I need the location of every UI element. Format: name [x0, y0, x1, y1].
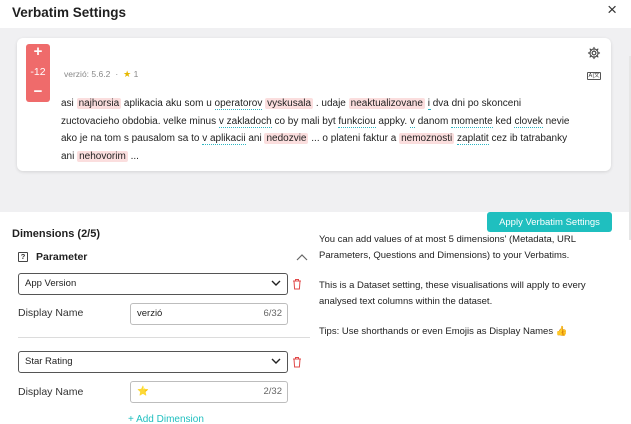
verbatim-segment: ked [492, 115, 515, 127]
vote-widget: + -12 − [26, 44, 50, 102]
dimension-select-value: App Version [25, 278, 77, 289]
meta-rating: 1 [133, 69, 139, 79]
gear-icon[interactable] [587, 46, 601, 60]
parameter-label: Parameter [36, 251, 88, 263]
verbatim-segment: ako je na tom s pausalom sa to [61, 133, 203, 144]
dimensions-title: Dimensions (2/5) [12, 228, 101, 240]
verbatim-segment: asi [61, 98, 77, 109]
verbatim-text: asi najhorsia aplikacia aku som u operat… [61, 95, 601, 165]
verbatim-meta: verzió: 5.6.2 · ★ 1 [64, 69, 138, 80]
close-button[interactable]: × [607, 1, 617, 18]
highlighted-word[interactable]: nedozvie [264, 133, 309, 144]
meta-separator: · [115, 69, 119, 79]
char-counter: 2/32 [263, 386, 283, 397]
chevron-up-icon[interactable] [296, 252, 308, 262]
translate-icon[interactable]: A|文 [587, 72, 601, 80]
display-name-input[interactable]: verzió 6/32 [130, 303, 288, 325]
underlined-word[interactable]: operatorov [214, 98, 263, 110]
trash-icon[interactable] [292, 356, 302, 368]
upvote-button[interactable]: + [26, 44, 50, 60]
char-counter: 6/32 [263, 308, 283, 319]
info-text-tips: Tips: Use shorthands or even Emojis as D… [319, 326, 568, 337]
modal-title: Verbatim Settings [12, 5, 127, 20]
downvote-button[interactable]: − [26, 84, 50, 100]
meta-version: verzió: 5.6.2 [64, 69, 111, 79]
info-text-dataset: This is a Dataset setting, these visuali… [319, 280, 586, 307]
underlined-word[interactable]: clovek [514, 115, 543, 128]
highlighted-word[interactable]: vyskusala [265, 98, 314, 109]
verbatim-line: ani nehovorim ... [61, 148, 601, 166]
display-name-label: Display Name [18, 386, 84, 398]
modal-header: Verbatim Settings × [0, 0, 631, 28]
help-icon[interactable]: ? [18, 252, 28, 262]
vote-count: -12 [30, 66, 46, 78]
verbatim-segment: ani [245, 133, 265, 144]
verbatim-segment: aplikacia aku som u [121, 98, 215, 109]
underlined-word[interactable]: zaplatit [457, 133, 489, 145]
verbatim-segment: appky. [375, 115, 410, 127]
underlined-word[interactable]: funkciou [338, 115, 376, 128]
divider [18, 337, 310, 338]
verbatim-segment: ani [61, 150, 78, 162]
underlined-word[interactable]: v zakladoch [218, 115, 272, 128]
verbatim-segment: ... [127, 150, 139, 162]
verbatim-segment: cez ib tatrabanky [488, 133, 568, 144]
dimension-select-value: Star Rating [25, 356, 73, 367]
verbatim-segment: co by mali byt [271, 115, 339, 127]
verbatim-segment: . udaje [313, 98, 349, 109]
parameter-group-header[interactable]: ? Parameter [18, 251, 308, 265]
verbatim-line: asi najhorsia aplikacia aku som u operat… [61, 95, 601, 113]
dimension-select[interactable]: App Version [18, 273, 288, 295]
chevron-down-icon [271, 358, 281, 364]
display-name-input[interactable]: ⭐ 2/32 [130, 381, 288, 403]
trash-icon[interactable] [292, 278, 302, 290]
info-text-limit: You can add values of at most 5 dimensio… [319, 234, 576, 261]
display-name-value: verzió [137, 308, 163, 319]
display-name-label: Display Name [18, 307, 84, 319]
verbatim-segment: nevie [542, 115, 570, 127]
dimension-select[interactable]: Star Rating [18, 351, 288, 373]
verbatim-segment: ... o plateni faktur a [308, 133, 400, 144]
verbatim-line: zuctovacieho obdobia. velke minus v zakl… [61, 113, 601, 131]
highlighted-word[interactable]: neaktualizovane [348, 98, 425, 109]
preview-area: + -12 − verzió: 5.6.2 · ★ 1 A|文 asi najhor… [0, 28, 631, 240]
highlighted-word[interactable]: nemoznosti [399, 133, 455, 144]
verbatim-segment: zuctovacieho obdobia. velke minus [61, 115, 219, 127]
chevron-down-icon [271, 280, 281, 286]
display-name-value: ⭐ [137, 386, 149, 397]
underlined-word[interactable]: v aplikacii [202, 133, 246, 145]
add-dimension-link[interactable]: + Add Dimension [128, 414, 204, 424]
highlighted-word[interactable]: najhorsia [76, 98, 122, 109]
apply-verbatim-settings-button[interactable]: Apply Verbatim Settings [487, 212, 612, 232]
verbatim-segment: danom [414, 115, 452, 127]
underlined-word[interactable]: momente [451, 115, 493, 128]
highlighted-word[interactable]: nehovorim [77, 150, 128, 162]
verbatim-segment: dva dni po skonceni [429, 98, 522, 109]
verbatim-preview-card: + -12 − verzió: 5.6.2 · ★ 1 A|文 asi najhor… [17, 38, 611, 171]
star-icon: ★ [123, 69, 132, 79]
verbatim-line: ako je na tom s pausalom sa to v aplikac… [61, 130, 601, 148]
